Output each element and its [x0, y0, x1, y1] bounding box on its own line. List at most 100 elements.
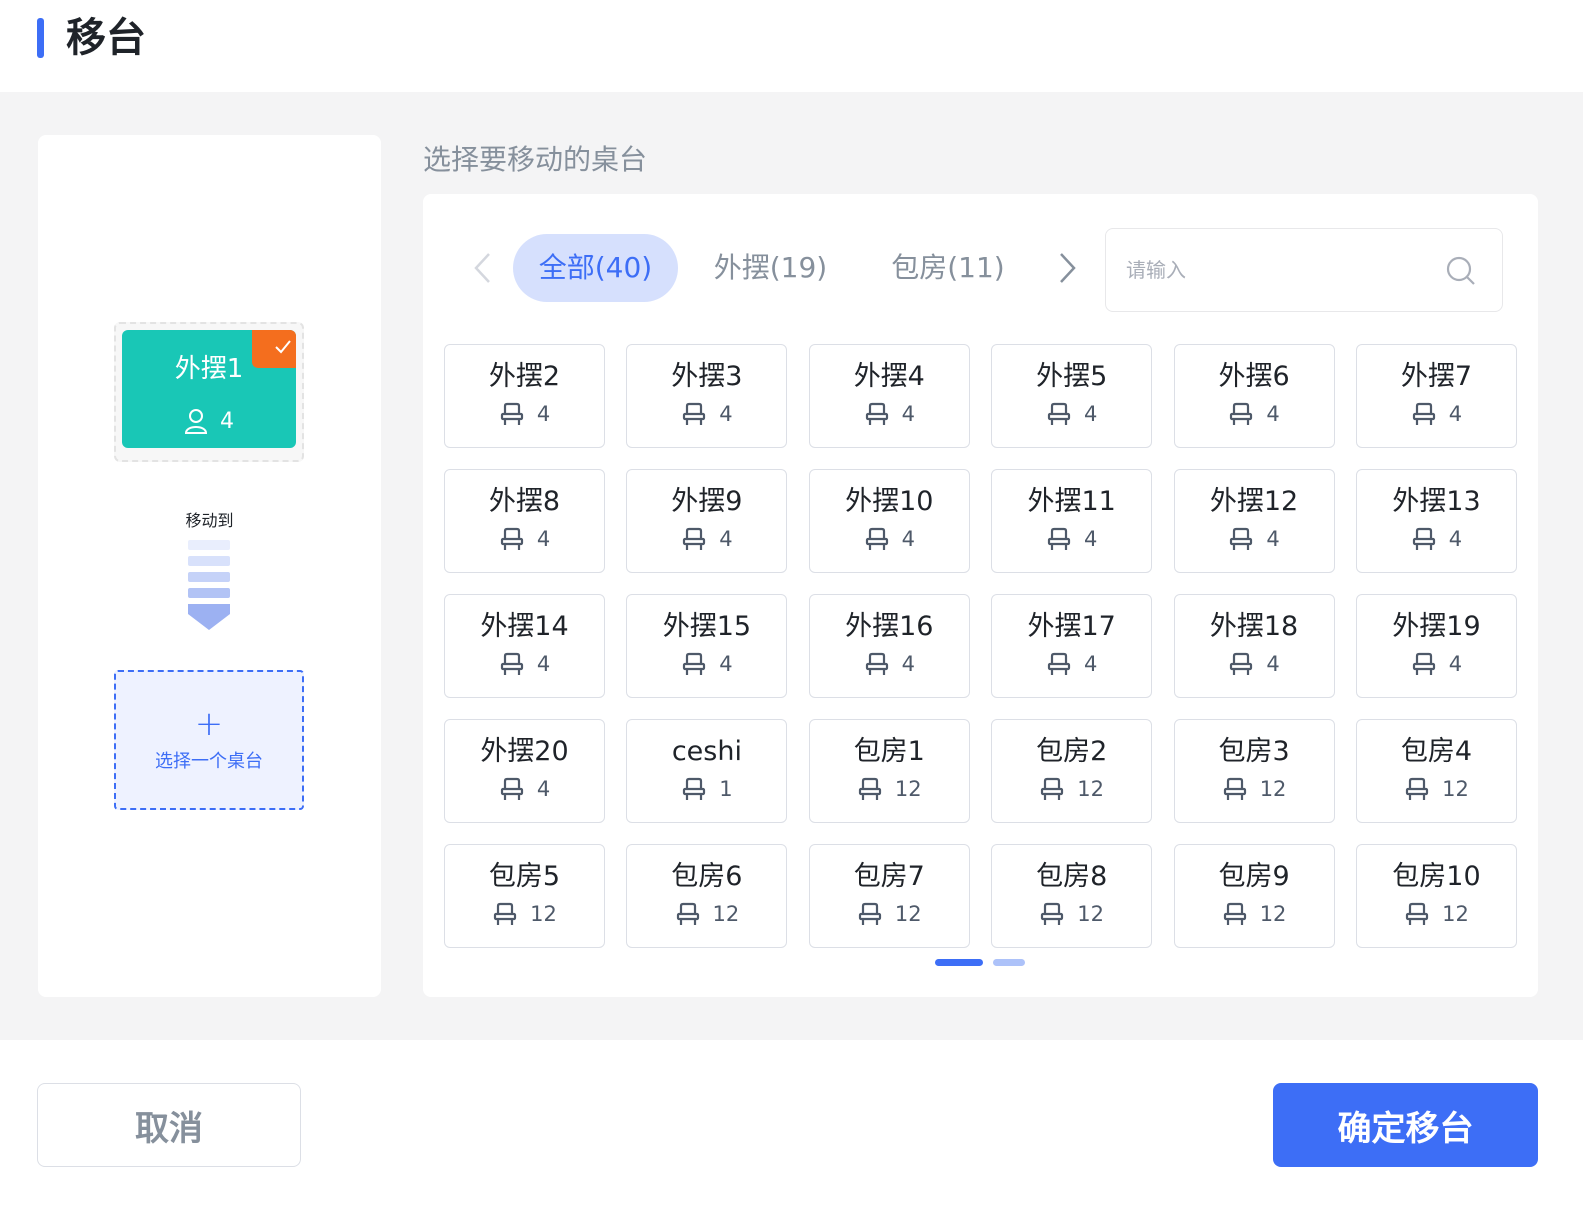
table-card[interactable]: 外摆15 4 — [626, 594, 788, 698]
pagination-dots — [935, 959, 1025, 966]
chair-icon — [500, 527, 523, 550]
table-seats: 12 — [1357, 776, 1516, 802]
search-input[interactable] — [1126, 229, 1446, 311]
chair-icon — [1412, 527, 1435, 550]
table-card[interactable]: 包房6 12 — [626, 844, 788, 948]
table-card[interactable]: 包房10 12 — [1355, 844, 1517, 948]
tab-outdoor[interactable]: 外摆(19) — [693, 234, 848, 302]
check-icon — [275, 340, 291, 354]
seat-count: 4 — [1083, 652, 1098, 676]
table-seats: 12 — [1175, 776, 1334, 802]
selected-badge — [252, 330, 296, 368]
chevron-right-icon[interactable] — [1059, 250, 1077, 286]
page-dot-active[interactable] — [935, 959, 983, 966]
chair-icon — [858, 777, 882, 800]
search-icon[interactable] — [1446, 256, 1476, 286]
source-table-card[interactable]: 外摆1 4 — [122, 330, 296, 448]
chair-icon — [1405, 777, 1429, 800]
table-name: 外摆11 — [1027, 486, 1116, 517]
table-seats: 4 — [1175, 401, 1334, 427]
chair-icon — [683, 527, 706, 550]
table-card[interactable]: 外摆4 4 — [808, 344, 970, 448]
table-card[interactable]: 外摆8 4 — [444, 469, 605, 573]
tab-all[interactable]: 全部(40) — [513, 234, 678, 302]
table-card[interactable]: 外摆20 4 — [444, 719, 605, 823]
table-card[interactable]: 外摆10 4 — [808, 469, 970, 573]
table-card[interactable]: 包房2 12 — [991, 719, 1153, 823]
table-card[interactable]: 外摆11 4 — [991, 469, 1153, 573]
table-seats: 12 — [627, 901, 786, 927]
confirm-move-button[interactable]: 确定移台 — [1273, 1083, 1538, 1167]
table-name: 外摆20 — [480, 736, 569, 767]
table-card[interactable]: 外摆2 4 — [444, 344, 605, 448]
select-target-label: 选择一个桌台 — [155, 751, 263, 772]
table-name: 包房5 — [488, 861, 561, 892]
seat-count: 12 — [894, 777, 922, 801]
table-card[interactable]: 外摆13 4 — [1355, 469, 1517, 573]
table-card[interactable]: 外摆14 4 — [444, 594, 605, 698]
table-card[interactable]: 外摆9 4 — [626, 469, 788, 573]
chair-icon — [683, 402, 706, 425]
page-dot[interactable] — [993, 959, 1025, 966]
table-card[interactable]: 包房3 12 — [1173, 719, 1335, 823]
table-card[interactable]: 包房5 12 — [444, 844, 605, 948]
table-card[interactable]: 外摆18 4 — [1173, 594, 1335, 698]
table-card[interactable]: 外摆6 4 — [1173, 344, 1335, 448]
chair-icon — [1412, 652, 1435, 675]
table-name: 外摆17 — [1027, 611, 1116, 642]
table-seats: 4 — [992, 401, 1151, 427]
table-name: 外摆6 — [1218, 361, 1290, 392]
table-card[interactable]: 外摆17 4 — [991, 594, 1153, 698]
dialog-body: 外摆1 4 移动到 + 选择一个桌台 选择要移动的桌台 全部(40) 外摆(19… — [0, 92, 1583, 1040]
plus-icon: + — [194, 704, 224, 744]
table-card[interactable]: 外摆3 4 — [626, 344, 788, 448]
table-card[interactable]: 包房9 12 — [1173, 844, 1335, 948]
arrow-down-icon — [188, 540, 230, 630]
table-card[interactable]: 外摆16 4 — [808, 594, 970, 698]
chair-icon — [1047, 527, 1071, 550]
table-card[interactable]: 包房8 12 — [991, 844, 1153, 948]
select-target-table-button[interactable]: + 选择一个桌台 — [114, 670, 304, 810]
table-seats: 4 — [1357, 401, 1516, 427]
table-seats: 4 — [627, 526, 786, 552]
seat-count: 12 — [712, 902, 740, 926]
table-card[interactable]: ceshi 1 — [626, 719, 788, 823]
table-seats: 4 — [627, 401, 786, 427]
seat-count: 4 — [1266, 652, 1280, 676]
chair-icon — [1047, 402, 1071, 425]
chair-icon — [865, 527, 888, 550]
table-card[interactable]: 包房7 12 — [808, 844, 970, 948]
table-card[interactable]: 外摆19 4 — [1355, 594, 1517, 698]
seat-count: 4 — [1083, 527, 1098, 551]
table-name: 包房3 — [1218, 736, 1290, 767]
table-seats: 4 — [810, 401, 969, 427]
table-card[interactable]: 外摆7 4 — [1355, 344, 1517, 448]
table-seats: 12 — [992, 901, 1151, 927]
table-seats: 12 — [992, 776, 1151, 802]
table-name: 外摆18 — [1209, 611, 1299, 642]
table-name: 外摆13 — [1392, 486, 1481, 517]
chair-icon — [865, 402, 888, 425]
chair-icon — [1223, 902, 1246, 925]
table-card[interactable]: 包房1 12 — [808, 719, 970, 823]
chair-icon — [500, 652, 523, 675]
table-card[interactable]: 外摆5 4 — [991, 344, 1153, 448]
seat-count: 12 — [1259, 777, 1287, 801]
seat-count: 12 — [530, 902, 557, 926]
table-card[interactable]: 外摆12 4 — [1173, 469, 1335, 573]
table-name: 包房9 — [1218, 861, 1290, 892]
table-name: 外摆14 — [480, 611, 569, 642]
seat-count: 4 — [536, 402, 551, 426]
move-summary-panel: 外摆1 4 移动到 + 选择一个桌台 — [38, 135, 381, 997]
table-card[interactable]: 包房4 12 — [1355, 719, 1517, 823]
seat-count: 4 — [901, 527, 915, 551]
table-seats: 12 — [445, 901, 604, 927]
chevron-left-icon[interactable] — [473, 250, 491, 286]
table-name: 外摆8 — [488, 486, 561, 517]
table-seats: 4 — [1357, 526, 1516, 552]
seat-count: 4 — [719, 527, 733, 551]
tab-private-room[interactable]: 包房(11) — [868, 234, 1028, 302]
table-seats: 4 — [1175, 651, 1334, 677]
cancel-button[interactable]: 取消 — [37, 1083, 301, 1167]
table-seats: 12 — [810, 901, 969, 927]
